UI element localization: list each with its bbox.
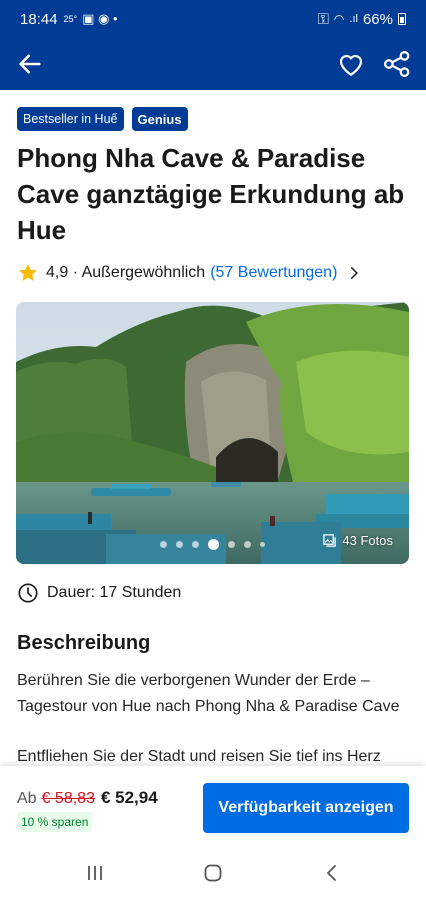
recent-apps-icon[interactable]	[85, 863, 105, 883]
status-time: 18:44	[20, 10, 58, 28]
description-heading: Beschreibung	[17, 632, 151, 654]
vpn-key-icon: ⚿	[317, 10, 329, 28]
badges: Bestseller in Huế Genius	[17, 107, 188, 131]
description-paragraph: Berühren Sie die verborgenen Wunder der …	[17, 672, 400, 715]
rating-row[interactable]: 4,9 · Außergewöhnlich (57 Bewertungen)	[17, 260, 361, 286]
photo-gallery[interactable]: 43 Fotos	[16, 302, 409, 564]
old-price: € 58,83	[41, 790, 95, 807]
carousel-dot[interactable]	[228, 541, 235, 548]
cave-river-photo	[16, 302, 409, 564]
rating-score: 4,9 · Außergewöhnlich	[46, 264, 206, 281]
booking-bar: Ab € 58,83 € 52,94 10 % sparen Verfügbar…	[0, 766, 426, 846]
chevron-right-icon[interactable]	[347, 266, 361, 280]
star-icon	[19, 264, 37, 281]
share-icon[interactable]	[382, 49, 412, 79]
system-back-icon[interactable]	[322, 863, 342, 883]
battery-level: 66%	[362, 10, 393, 28]
back-arrow-icon[interactable]	[16, 50, 44, 78]
genius-badge: Genius	[131, 107, 188, 131]
notification-icons: ▣ ◉ •	[82, 11, 118, 26]
app-header: 18:44 25° ▣ ◉ • ⚿ ◠ .ıl 66%	[0, 0, 426, 90]
heart-icon[interactable]	[336, 49, 366, 79]
clock-icon	[18, 583, 38, 603]
photos-icon	[323, 534, 337, 547]
nav-bar	[0, 42, 426, 86]
current-price: € 52,94	[100, 788, 158, 807]
photo-count[interactable]: 43 Fotos	[322, 533, 393, 548]
price-prefix: Ab	[17, 790, 37, 807]
carousel-dot[interactable]	[244, 541, 251, 548]
bestseller-badge: Bestseller in Huế	[17, 107, 124, 131]
carousel-dot[interactable]	[160, 541, 167, 548]
duration-row: Dauer: 17 Stunden	[17, 581, 181, 605]
status-temperature: 25°	[63, 14, 78, 24]
photo-count-label: 43 Fotos	[342, 533, 393, 548]
carousel-dot[interactable]	[176, 541, 183, 548]
carousel-dot-active[interactable]	[208, 539, 219, 550]
carousel-dot[interactable]	[260, 542, 265, 547]
duration-label: Dauer: 17 Stunden	[47, 584, 182, 601]
status-right: ⚿ ◠ .ıl 66%	[317, 10, 406, 28]
description-text: Berühren Sie die verborgenen Wunder der …	[17, 668, 412, 770]
wifi-icon: ◠	[333, 12, 345, 26]
reviews-link[interactable]: (57 Bewertungen)	[210, 264, 337, 282]
battery-icon	[398, 13, 406, 25]
status-bar: 18:44 25° ▣ ◉ • ⚿ ◠ .ıl 66%	[0, 0, 426, 38]
check-availability-button[interactable]: Verfügbarkeit anzeigen	[203, 783, 409, 833]
home-icon[interactable]	[203, 863, 223, 883]
signal-icon: .ıl	[349, 13, 358, 25]
carousel-dot[interactable]	[192, 541, 199, 548]
savings-badge: 10 % sparen	[17, 812, 93, 832]
page-title: Phong Nha Cave & Paradise Cave ganztägig…	[17, 143, 405, 245]
price-block: Ab € 58,83 € 52,94	[17, 788, 158, 808]
system-nav-bar	[0, 846, 426, 900]
